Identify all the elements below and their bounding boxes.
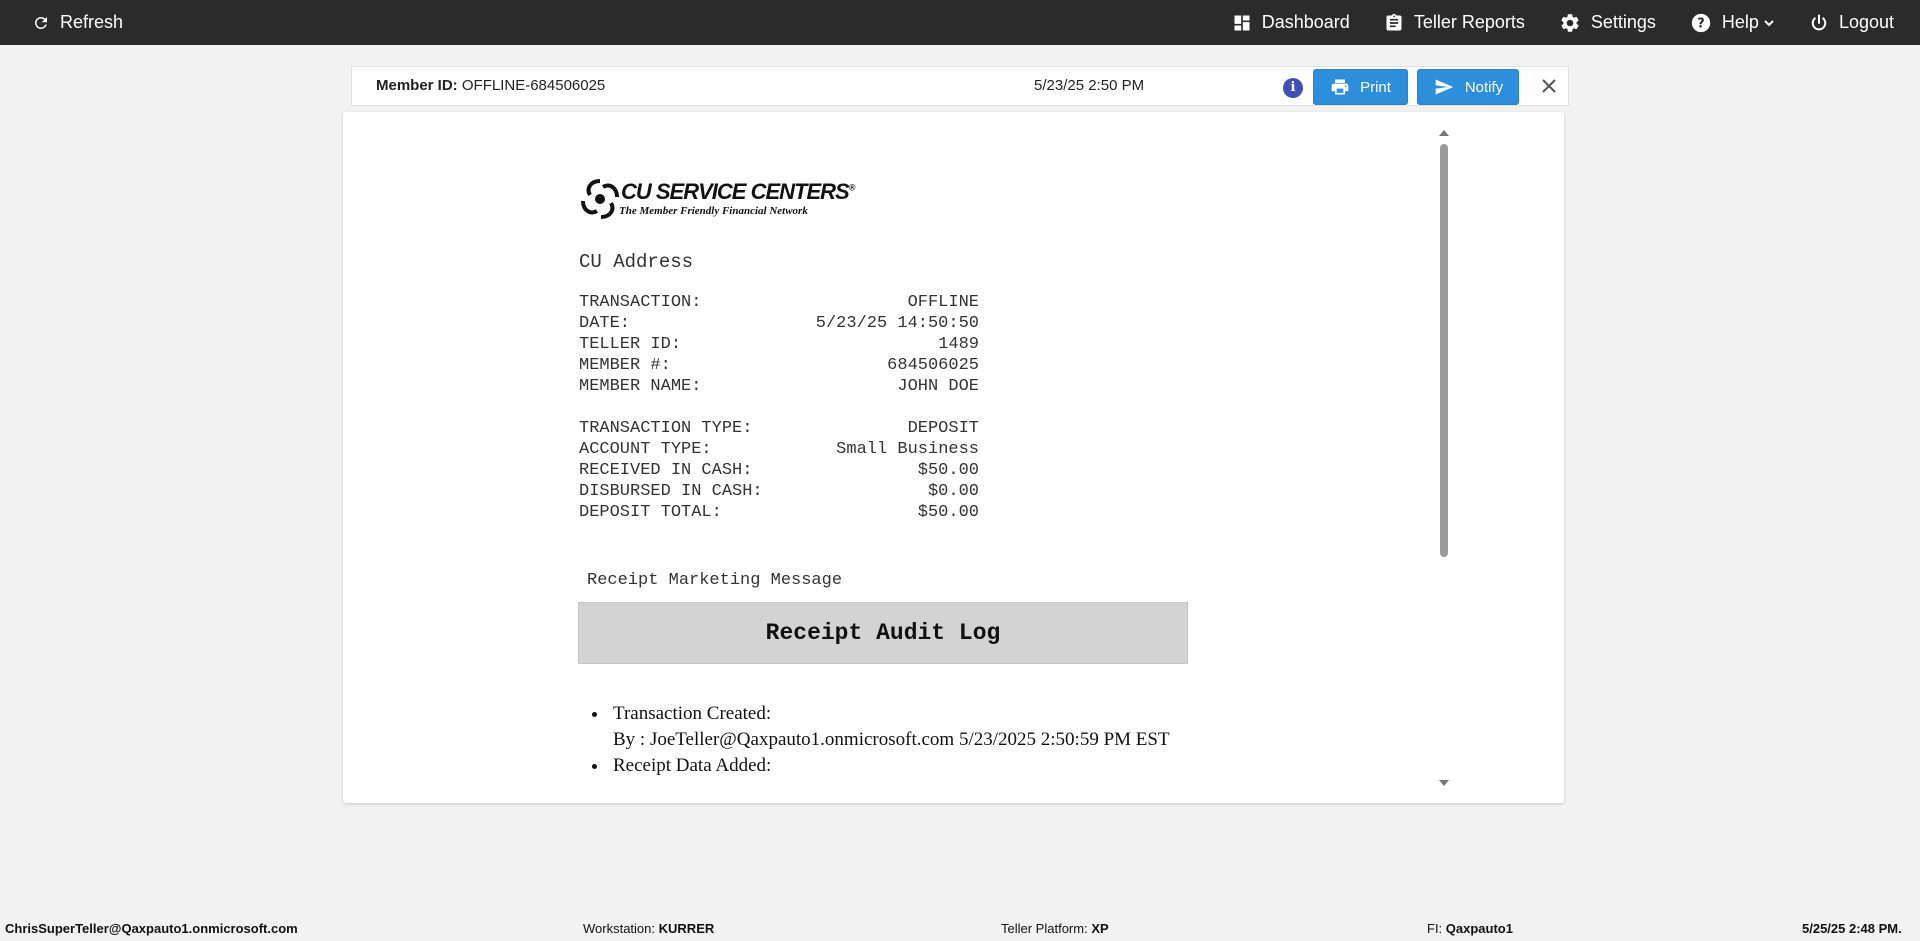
scroll-down-icon[interactable]	[1439, 780, 1449, 786]
nav-logout[interactable]: Logout	[1809, 12, 1894, 33]
nav-teller-reports[interactable]: Teller Reports	[1384, 12, 1525, 33]
receipt-row-value: JOHN DOE	[897, 377, 979, 396]
member-id-label: Member ID:	[376, 77, 458, 94]
notify-label: Notify	[1464, 78, 1504, 96]
print-label: Print	[1360, 78, 1391, 96]
receipt-row-value: 5/23/25 14:50:50	[815, 314, 979, 333]
receipt-card: CU SERVICE CENTERS® The Member Friendly …	[343, 112, 1564, 803]
receipt-row-label: DATE:	[579, 314, 631, 333]
receipt-row: DISBURSED IN CASH: $0.00	[579, 481, 979, 502]
footer-fi: FI: Qaxpauto1	[1427, 921, 1513, 936]
footer-user: ChrisSuperTeller@Qaxpauto1.onmicrosoft.c…	[5, 921, 298, 936]
receipt-row-value: OFFLINE	[907, 293, 979, 312]
receipt-row-label: TRANSACTION:	[579, 293, 702, 312]
audit-log-title: Receipt Audit Log	[578, 602, 1188, 664]
nav-settings[interactable]: Settings	[1559, 12, 1656, 34]
clipboard-icon	[1386, 13, 1402, 31]
marketing-message: Receipt Marketing Message	[587, 571, 843, 590]
refresh-label: Refresh	[60, 12, 124, 32]
logo-tagline: The Member Friendly Financial Network	[619, 205, 808, 217]
nav-logout-label: Logout	[1838, 12, 1894, 32]
footer-datetime: 5/25/25 2:48 PM.	[1802, 921, 1902, 936]
scroll-up-icon[interactable]	[1439, 130, 1449, 136]
nav-settings-label: Settings	[1590, 12, 1656, 32]
receipt-row-value: $0.00	[927, 482, 979, 501]
receipt-row: ACCOUNT TYPE: Small Business	[579, 439, 979, 460]
audit-log-item: Receipt Data Added:	[609, 753, 1170, 779]
footer-workstation: Workstation: KURRER	[583, 921, 715, 936]
printer-icon	[1331, 79, 1349, 95]
receipt-row-value: Small Business	[836, 440, 979, 459]
receipt-row-value: DEPOSIT	[907, 419, 979, 438]
logo-title: CU SERVICE CENTERS®	[621, 179, 855, 204]
refresh-button[interactable]: Refresh	[32, 0, 123, 45]
receipt-row: TRANSACTION: OFFLINE	[579, 292, 979, 313]
receipt-row-value: $50.00	[917, 503, 979, 522]
receipt-row-value: 1489	[938, 335, 979, 354]
notify-button[interactable]: Notify	[1417, 69, 1519, 105]
gear-icon	[1561, 13, 1579, 32]
receipt-row: MEMBER #: 684506025	[579, 355, 979, 376]
member-id: Member ID: OFFLINE-684506025	[376, 77, 605, 94]
receipt-row-value: $50.00	[917, 461, 979, 480]
chevron-down-icon	[1764, 19, 1774, 26]
receipt-row-label: TRANSACTION TYPE:	[579, 419, 753, 438]
status-footer: ChrisSuperTeller@Qaxpauto1.onmicrosoft.c…	[0, 916, 1920, 941]
receipt-row: MEMBER NAME: JOHN DOE	[579, 376, 979, 397]
top-navigation-bar: Refresh Dashboard Teller Reports Setting…	[0, 0, 1920, 45]
dashboard-icon	[1234, 15, 1250, 30]
receipt-row-label: DEPOSIT TOTAL:	[579, 503, 722, 522]
close-icon[interactable]	[1538, 75, 1560, 97]
nav-dashboard[interactable]: Dashboard	[1232, 12, 1350, 33]
receipt-row: DATE: 5/23/25 14:50:50	[579, 313, 979, 334]
nav-teller-reports-label: Teller Reports	[1413, 12, 1525, 32]
receipt-row-label: TELLER ID:	[579, 335, 682, 354]
vertical-scrollbar[interactable]	[1437, 130, 1451, 790]
audit-item-title: Transaction Created:	[613, 703, 772, 724]
refresh-icon	[34, 16, 47, 29]
print-button[interactable]: Print	[1313, 69, 1408, 105]
receipt-row-label: RECEIVED IN CASH:	[579, 461, 753, 480]
cu-address: CU Address	[579, 251, 694, 273]
receipt-viewer[interactable]: CU SERVICE CENTERS® The Member Friendly …	[343, 127, 1451, 791]
nav-help-label: Help	[1721, 12, 1759, 32]
top-nav-menu: Dashboard Teller Reports Settings ? Help…	[1198, 0, 1894, 45]
help-icon: ?	[1691, 13, 1711, 32]
receipt-details: TRANSACTION: OFFLINE DATE: 5/23/25 14:50:50…	[579, 292, 979, 523]
audit-item-title: Receipt Data Added:	[613, 755, 772, 776]
audit-log-list: Transaction Created: By : JoeTeller@Qaxpa…	[609, 701, 1170, 779]
cu-service-centers-logo: CU SERVICE CENTERS® The Member Friendly …	[579, 177, 855, 227]
info-icon[interactable]: i	[1283, 78, 1303, 98]
member-id-value: OFFLINE-684506025	[461, 77, 606, 94]
footer-teller-platform: Teller Platform: XP	[1001, 921, 1109, 936]
receipt-row-label: MEMBER #:	[579, 356, 671, 375]
logo-swirl-icon	[581, 179, 619, 219]
receipt-row: RECEIVED IN CASH: $50.00	[579, 460, 979, 481]
send-icon	[1435, 79, 1453, 95]
nav-dashboard-label: Dashboard	[1261, 12, 1350, 32]
receipt-header-bar: Member ID: OFFLINE-684506025 5/23/25 2:5…	[351, 66, 1569, 106]
receipt-row: TELLER ID: 1489	[579, 334, 979, 355]
header-datetime: 5/23/25 2:50 PM	[1034, 77, 1145, 94]
receipt-row: DEPOSIT TOTAL: $50.00	[579, 502, 979, 523]
nav-help[interactable]: ? Help	[1690, 12, 1775, 34]
audit-item-detail: By : JoeTeller@Qaxpauto1.onmicrosoft.com…	[613, 729, 1170, 750]
receipt-row-value: 684506025	[887, 356, 979, 375]
power-icon	[1811, 14, 1827, 30]
svg-text:?: ?	[1697, 16, 1704, 31]
audit-log-item: Transaction Created: By : JoeTeller@Qaxpa…	[609, 701, 1170, 753]
scroll-thumb[interactable]	[1440, 144, 1448, 557]
receipt-row: TRANSACTION TYPE: DEPOSIT	[579, 418, 979, 439]
receipt-row-label: ACCOUNT TYPE:	[579, 440, 712, 459]
receipt-row-label: DISBURSED IN CASH:	[579, 482, 763, 501]
receipt-row-label: MEMBER NAME:	[579, 377, 702, 396]
